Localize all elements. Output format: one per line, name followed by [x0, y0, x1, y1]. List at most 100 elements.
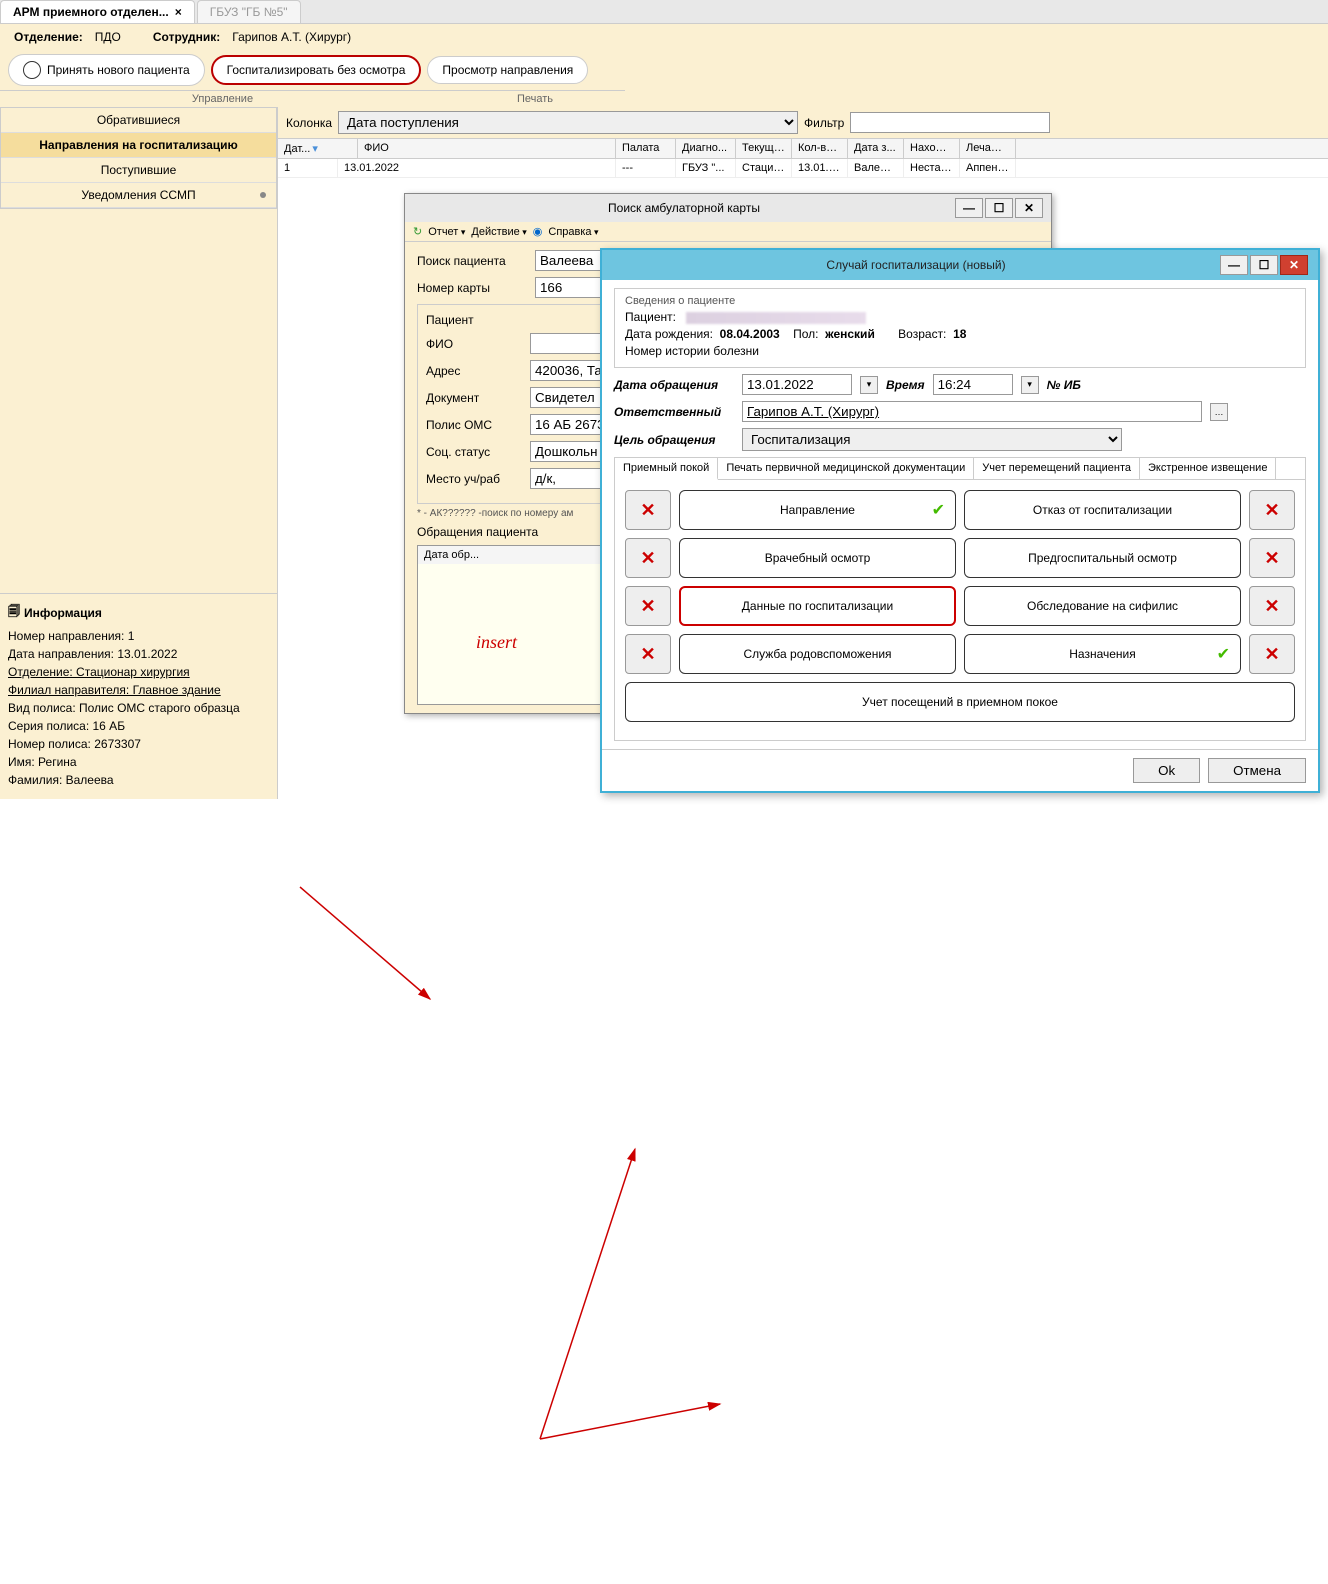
grid-row[interactable]: 1 13.01.2022 --- ГБУЗ "... Стацио... 13.… — [278, 159, 1328, 178]
view-referral-button[interactable]: Просмотр направления — [427, 56, 588, 84]
tab-gbuz[interactable]: ГБУЗ "ГБ №5" — [197, 0, 301, 23]
responsible-input[interactable] — [742, 401, 1202, 422]
filter-input[interactable] — [850, 112, 1050, 133]
sidebar-item-referrals[interactable]: Направления на госпитализацию — [1, 133, 276, 158]
visit-date-input[interactable] — [742, 374, 852, 395]
insert-annotation: insert — [476, 632, 517, 653]
goal-select[interactable]: Госпитализация — [742, 428, 1122, 451]
preexam-x-button[interactable]: ✕ — [1249, 538, 1295, 578]
info-surname: Фамилия: Валеева — [8, 773, 269, 787]
time-picker-button[interactable]: ▾ — [1021, 376, 1039, 394]
hospitalize-button[interactable]: Госпитализировать без осмотра — [211, 55, 422, 85]
assign-tile[interactable]: Назначения✔ — [964, 634, 1241, 674]
refresh-icon[interactable]: ↻ — [413, 225, 422, 238]
dialog-titlebar[interactable]: Поиск амбулаторной карты — ☐ ✕ — [405, 194, 1051, 222]
minimize-button[interactable]: — — [1220, 255, 1248, 275]
grid-head-ward[interactable]: Палата — [616, 139, 676, 158]
help-icon: ◉ — [533, 225, 543, 238]
section-label: Сведения о пациенте — [625, 295, 1295, 307]
tab-print-docs[interactable]: Печать первичной медицинской документаци… — [718, 458, 974, 479]
dialog-title: Случай госпитализации (новый) — [612, 258, 1220, 272]
check-icon: ✔ — [932, 500, 945, 520]
help-menu[interactable]: Справка — [548, 226, 598, 238]
grid-head-phys[interactable]: Лечащи... — [960, 139, 1016, 158]
info-panel: 🗐 Информация Номер направления: 1 Дата н… — [0, 593, 277, 799]
hospdata-tile[interactable]: Данные по госпитализации — [679, 586, 956, 626]
action-menu[interactable]: Действие — [471, 226, 526, 238]
syphilis-tile[interactable]: Обследование на сифилис — [964, 586, 1241, 626]
sidebar-item-ssmp[interactable]: Уведомления ССМП — [1, 183, 276, 208]
tab-emergency[interactable]: Экстренное извещение — [1140, 458, 1276, 479]
col-label: Колонка — [286, 116, 332, 130]
info-icon: 🗐 — [8, 602, 20, 623]
info-pol-series: Серия полиса: 16 АБ — [8, 719, 269, 733]
refusal-tile[interactable]: Отказ от госпитализации — [964, 490, 1241, 530]
preexam-tile[interactable]: Предгоспитальный осмотр — [964, 538, 1241, 578]
tab-arm[interactable]: АРМ приемного отделен... × — [0, 0, 195, 23]
hospdata-x-button[interactable]: ✕ — [625, 586, 671, 626]
info-branch: Филиал направителя: Главное здание — [8, 683, 269, 697]
column-select[interactable]: Дата поступления — [338, 111, 798, 134]
toolbar-sections: Управление Печать — [0, 90, 1328, 107]
card-label: Номер карты — [417, 281, 527, 295]
flt-label: Фильтр — [804, 116, 844, 130]
patient-icon — [23, 61, 41, 79]
assign-x-button[interactable]: ✕ — [1249, 634, 1295, 674]
report-menu[interactable]: Отчет — [428, 226, 465, 238]
lookup-button[interactable]: … — [1210, 403, 1228, 421]
tab-label: АРМ приемного отделен... — [13, 5, 169, 19]
annotation-arrows — [0, 799, 1328, 1584]
birth-x-button[interactable]: ✕ — [625, 634, 671, 674]
tab-label: ГБУЗ "ГБ №5" — [210, 5, 288, 19]
emp-value: Гарипов А.Т. (Хирург) — [232, 30, 351, 44]
dot-icon — [260, 192, 266, 198]
grid-head-date[interactable]: Дат...▾ — [278, 139, 358, 158]
grid-head-fio[interactable]: ФИО — [358, 139, 616, 158]
syphilis-x-button[interactable]: ✕ — [1249, 586, 1295, 626]
history-no: Номер истории болезни — [625, 344, 1295, 358]
exam-x-button[interactable]: ✕ — [625, 538, 671, 578]
btn-label: Госпитализировать без осмотра — [227, 63, 406, 77]
grid-head-cnt[interactable]: Кол-во ... — [792, 139, 848, 158]
filter-icon: ▾ — [312, 143, 318, 155]
grid-head-in[interactable]: Дата з... — [848, 139, 904, 158]
filter-bar: Колонка Дата поступления Фильтр — [278, 107, 1328, 139]
close-button[interactable]: ✕ — [1280, 255, 1308, 275]
cancel-button[interactable]: Отмена — [1208, 758, 1306, 783]
tab-reception[interactable]: Приемный покой — [615, 458, 718, 480]
info-ref-no: Номер направления: 1 — [8, 629, 269, 643]
info-title: Информация — [24, 606, 102, 620]
info-name: Имя: Регина — [8, 755, 269, 769]
tab-movements[interactable]: Учет перемещений пациента — [974, 458, 1140, 479]
maximize-button[interactable]: ☐ — [985, 198, 1013, 218]
close-button[interactable]: ✕ — [1015, 198, 1043, 218]
dialog-toolbar: ↻ Отчет Действие ◉ Справка — [405, 222, 1051, 242]
close-icon[interactable]: × — [175, 5, 182, 19]
section-manage: Управление — [0, 90, 445, 107]
emp-label: Сотрудник: — [153, 30, 220, 44]
section-print: Печать — [445, 90, 625, 107]
minimize-button[interactable]: — — [955, 198, 983, 218]
header-bar: Отделение: ПДО Сотрудник: Гарипов А.Т. (… — [0, 24, 1328, 50]
visits-tile[interactable]: Учет посещений в приемном покое — [625, 682, 1295, 722]
app-tabs: АРМ приемного отделен... × ГБУЗ "ГБ №5" — [0, 0, 1328, 24]
grid-head-diag[interactable]: Диагно... — [676, 139, 736, 158]
patient-info-box: Сведения о пациенте Пациент: Дата рожден… — [614, 288, 1306, 368]
grid-header: Дат...▾ ФИО Палата Диагно... Текущи... К… — [278, 139, 1328, 159]
grid-head-nah[interactable]: Нахожд... — [904, 139, 960, 158]
grid-head-cur[interactable]: Текущи... — [736, 139, 792, 158]
referral-tile[interactable]: Направление✔ — [679, 490, 956, 530]
date-picker-button[interactable]: ▾ — [860, 376, 878, 394]
sidebar-item-applied[interactable]: Обратившиеся — [1, 108, 276, 133]
new-patient-button[interactable]: Принять нового пациента — [8, 54, 205, 86]
refusal-x-button-r[interactable]: ✕ — [1249, 490, 1295, 530]
birth-tile[interactable]: Служба родовспоможения — [679, 634, 956, 674]
maximize-button[interactable]: ☐ — [1250, 255, 1278, 275]
exam-tile[interactable]: Врачебный осмотр — [679, 538, 956, 578]
refusal-x-button[interactable]: ✕ — [625, 490, 671, 530]
sidebar-item-admitted[interactable]: Поступившие — [1, 158, 276, 183]
dialog-titlebar[interactable]: Случай госпитализации (новый) — ☐ ✕ — [602, 250, 1318, 280]
dept-value: ПДО — [95, 30, 121, 44]
visit-time-input[interactable] — [933, 374, 1013, 395]
ok-button[interactable]: Ok — [1133, 758, 1200, 783]
